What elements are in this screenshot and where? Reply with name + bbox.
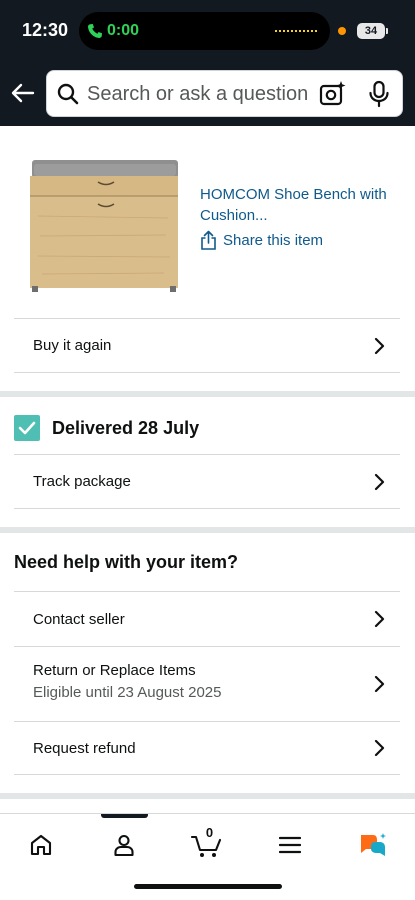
- product-title-link[interactable]: HOMCOM Shoe Bench with Cushion...: [200, 184, 390, 226]
- status-bar: 12:30 0:00 34: [0, 0, 415, 62]
- contact-seller-row[interactable]: Contact seller: [14, 591, 400, 646]
- call-indicator: 0:00: [87, 19, 139, 43]
- active-tab-indicator: [101, 814, 148, 818]
- nav-menu[interactable]: [270, 827, 310, 863]
- section-divider: [0, 391, 415, 397]
- audio-waveform-icon: [275, 30, 317, 33]
- contact-seller-label: Contact seller: [33, 610, 125, 628]
- share-icon: [201, 230, 216, 250]
- buy-again-row[interactable]: Buy it again: [14, 318, 400, 373]
- return-eligibility-text: Eligible until 23 August 2025: [33, 684, 222, 701]
- section-divider: [0, 527, 415, 533]
- request-refund-label: Request refund: [33, 739, 136, 757]
- chevron-right-icon: [374, 610, 385, 628]
- section-divider: [0, 793, 415, 799]
- shoe-bench-image[interactable]: [28, 156, 178, 294]
- help-section-title: Need help with your item?: [14, 552, 239, 572]
- battery-icon: 34: [357, 23, 388, 39]
- track-package-row[interactable]: Track package: [14, 454, 400, 509]
- battery-level: 34: [364, 25, 378, 37]
- recording-indicator-icon: [338, 27, 346, 35]
- checkmark-icon: [14, 415, 40, 441]
- chevron-right-icon: [374, 337, 385, 354]
- app-header: 12:30 0:00 34: [0, 0, 415, 126]
- menu-icon: [279, 836, 301, 854]
- call-timer: 0:00: [107, 22, 140, 39]
- track-package-label: Track package: [33, 473, 131, 490]
- return-replace-row[interactable]: Return or Replace Items Eligible until 2…: [14, 646, 400, 721]
- home-indicator[interactable]: [134, 884, 282, 889]
- search-input[interactable]: [87, 79, 317, 109]
- camera-lens-icon[interactable]: [319, 80, 347, 108]
- delivered-label: Delivered 28 July: [52, 417, 200, 438]
- home-icon: [30, 834, 52, 856]
- chevron-right-icon: [374, 473, 385, 490]
- delivery-status: Delivered 28 July: [14, 415, 199, 441]
- microphone-icon[interactable]: [367, 80, 391, 108]
- nav-home[interactable]: [21, 827, 61, 863]
- cart-count: 0: [205, 825, 214, 840]
- dynamic-island[interactable]: 0:00: [79, 12, 330, 50]
- order-item-card: HOMCOM Shoe Bench with Cushion... Share …: [0, 126, 415, 318]
- share-label: Share this item: [223, 231, 324, 249]
- status-time: 12:30: [22, 20, 69, 40]
- return-replace-label: Return or Replace Items: [33, 662, 196, 679]
- search-icon: [57, 83, 79, 105]
- search-bar[interactable]: [46, 70, 403, 117]
- share-item-link[interactable]: Share this item: [200, 230, 323, 250]
- nav-rufus-assistant[interactable]: [353, 827, 393, 863]
- request-refund-row[interactable]: Request refund: [14, 721, 400, 775]
- account-icon: [114, 834, 134, 857]
- nav-account[interactable]: [104, 827, 144, 863]
- chevron-right-icon: [374, 675, 385, 693]
- rufus-assistant-icon: [361, 833, 386, 856]
- phone-icon: [88, 24, 102, 38]
- back-arrow-icon: [11, 83, 35, 103]
- buy-again-label: Buy it again: [33, 337, 112, 354]
- back-button[interactable]: [8, 78, 38, 108]
- nav-cart[interactable]: 0: [187, 825, 227, 863]
- chevron-right-icon: [374, 739, 385, 757]
